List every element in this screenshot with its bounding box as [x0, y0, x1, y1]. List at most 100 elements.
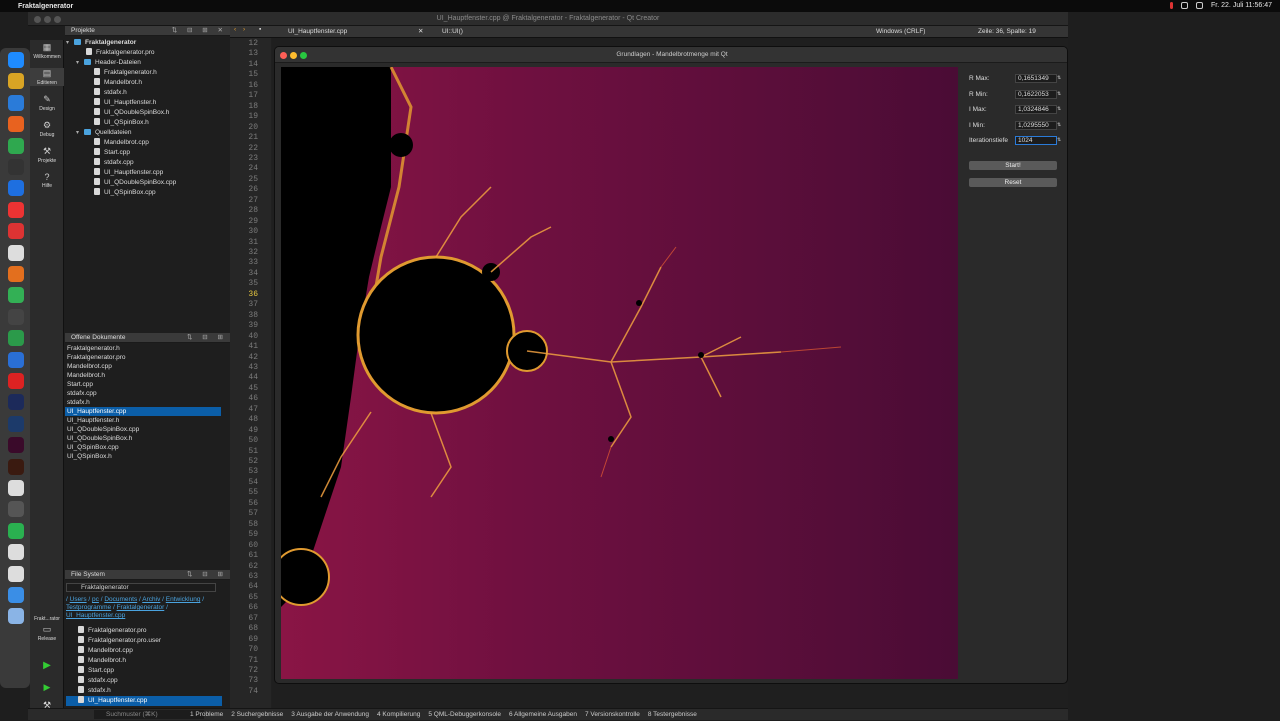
source-folder[interactable]: ▾ Quelldateien [66, 128, 230, 138]
spin-arrows-icon[interactable]: ⇅ [1057, 91, 1062, 98]
dock-app-icon[interactable] [8, 308, 24, 325]
breadcrumb-segment[interactable]: Documents [104, 596, 137, 603]
output-tab[interactable]: 3 Ausgabe der Anwendung [291, 711, 369, 718]
dock-app-icon[interactable] [8, 180, 24, 197]
dock-app-icon[interactable] [8, 201, 24, 218]
dock-app-icon[interactable] [8, 73, 24, 90]
open-document-item[interactable]: UI_QDoubleSpinBox.cpp [65, 425, 221, 434]
dock-app-icon[interactable] [8, 415, 24, 432]
dock-app-icon[interactable] [8, 437, 24, 454]
open-document-item[interactable]: UI_QSpinBox.cpp [65, 443, 221, 452]
header-file-item[interactable]: UI_QSpinBox.h [66, 118, 230, 128]
source-file-item[interactable]: UI_QSpinBox.cpp [66, 188, 230, 198]
close-document-icon[interactable]: ✕ [418, 26, 423, 38]
breadcrumb-segment[interactable]: Testprogramme [66, 604, 111, 611]
dock-app-icon[interactable] [8, 565, 24, 582]
dock-app-icon[interactable] [8, 266, 24, 282]
open-document-item[interactable]: Fraktalgenerator.pro [65, 353, 221, 362]
dock-app-icon[interactable] [8, 522, 24, 539]
symbol-selector[interactable]: UI::UI() [442, 26, 463, 38]
line-ending-selector[interactable]: Windows (CRLF) [876, 26, 925, 38]
dock-app-icon[interactable] [8, 373, 24, 389]
breadcrumb-segment[interactable]: Entwicklung [166, 596, 201, 603]
output-tab[interactable]: 1 Probleme [190, 711, 223, 718]
app-close-icon[interactable] [280, 52, 287, 59]
output-tab[interactable]: 5 QML-Debuggerkonsole [428, 711, 501, 718]
open-document-item[interactable]: UI_QDoubleSpinBox.h [65, 434, 221, 443]
filesystem-file-item[interactable]: stdafx.cpp [66, 676, 222, 686]
header-file-item[interactable]: Mandelbrot.h [66, 78, 230, 88]
filesystem-file-item[interactable]: stdafx.h [66, 686, 222, 696]
header-file-item[interactable]: UI_QDoubleSpinBox.h [66, 108, 230, 118]
coordinate-spinbox[interactable]: 1,0324846 ⇅ [1015, 105, 1061, 114]
fractal-canvas[interactable] [281, 67, 958, 679]
breadcrumb-segment[interactable]: UI_Hauptfenster.cpp [66, 612, 125, 619]
app-zoom-icon[interactable] [300, 52, 307, 59]
battery-icon[interactable] [1170, 2, 1174, 9]
mode-hilfe[interactable]: ? Hilfe [30, 172, 64, 189]
wifi-icon[interactable] [1181, 2, 1189, 9]
dock-app-icon[interactable] [8, 587, 24, 603]
search-input[interactable]: Suchmuster (⌘K) [94, 710, 204, 719]
dock-app-icon[interactable] [8, 287, 24, 304]
control-center-icon[interactable] [1196, 2, 1204, 9]
spin-arrows-icon[interactable]: ⇅ [1057, 106, 1062, 113]
panel-buttons[interactable]: ⇅ ⊟ ⊞ [187, 570, 227, 580]
menubar-app-name[interactable]: Fraktalgenerator [18, 3, 73, 10]
dock-app-icon[interactable] [8, 330, 24, 347]
open-documents-title[interactable]: Offene Dokumente [71, 334, 125, 341]
filesystem-file-item[interactable]: Fraktalgenerator.pro [66, 626, 222, 636]
open-document-item[interactable]: Mandelbrot.h [65, 371, 221, 380]
source-file-item[interactable]: UI_Hauptfenster.cpp [66, 168, 230, 178]
filesystem-folder-select[interactable]: Fraktalgenerator [66, 583, 216, 592]
output-tab[interactable]: 2 Suchergebnisse [231, 711, 283, 718]
filesystem-file-item[interactable]: Start.cpp [66, 666, 222, 676]
output-tab[interactable]: 8 Testergebnisse [648, 711, 697, 718]
breadcrumb-segment[interactable]: Fraktalgenerator [117, 604, 165, 611]
dock-app-icon[interactable] [8, 458, 24, 475]
dock-app-icon[interactable] [8, 244, 24, 261]
chevron-down-icon[interactable]: ▾ [76, 58, 84, 68]
header-folder[interactable]: ▾ Header-Dateien [66, 58, 230, 68]
dock-app-icon[interactable] [8, 544, 24, 561]
filesystem-title[interactable]: File System [71, 571, 105, 578]
minimize-window-icon[interactable] [44, 16, 51, 23]
filesystem-file-item[interactable]: Mandelbrot.cpp [66, 646, 222, 656]
dock-app-icon[interactable] [8, 159, 24, 175]
filesystem-file-item[interactable]: Mandelbrot.h [66, 656, 222, 666]
dock-app-icon[interactable] [8, 501, 24, 518]
kit-selector[interactable]: Frakt...rator ▭ Release [30, 616, 64, 642]
editor-file-tab[interactable]: UI_Hauptfenster.cpp [288, 26, 347, 38]
source-file-item[interactable]: UI_QDoubleSpinBox.cpp [66, 178, 230, 188]
panel-buttons[interactable]: ⇅ ⊟ ⊞ ✕ [172, 26, 227, 36]
open-document-item[interactable]: UI_Hauptfenster.h [65, 416, 221, 425]
chevron-down-icon[interactable]: ▾ [76, 128, 84, 138]
coordinate-spinbox[interactable]: 1,0295550 ⇅ [1015, 120, 1061, 130]
start-button[interactable]: Start! [969, 161, 1057, 170]
forward-icon[interactable]: › [243, 26, 245, 33]
dock-app-icon[interactable] [8, 116, 24, 133]
output-tab[interactable]: 4 Kompilierung [377, 711, 420, 718]
project-pro-file[interactable]: Fraktalgenerator.pro [66, 48, 230, 58]
panel-buttons[interactable]: ⇅ ⊟ ⊞ [187, 333, 227, 343]
mode-willkommen[interactable]: ▦ Willkommen [30, 42, 64, 60]
debug-run-icon[interactable]: ▶ [30, 682, 64, 693]
menubar-datetime[interactable]: Fr. 22. Juli 11:56:47 [1211, 2, 1272, 9]
zoom-window-icon[interactable] [54, 16, 61, 23]
header-file-item[interactable]: UI_Hauptfenster.h [66, 98, 230, 108]
open-document-item[interactable]: Start.cpp [65, 380, 221, 389]
mode-design[interactable]: ✎ Design [30, 94, 64, 112]
coordinate-spinbox[interactable]: 0,1622053 ⇅ [1015, 89, 1061, 99]
projects-panel-title[interactable]: Projekte [71, 27, 95, 34]
mode-projekte[interactable]: ⚒ Projekte [30, 146, 64, 164]
header-file-item[interactable]: stdafx.h [66, 88, 230, 98]
dock-app-icon[interactable] [8, 223, 24, 240]
header-file-item[interactable]: Fraktalgenerator.h [66, 68, 230, 78]
open-document-item[interactable]: Mandelbrot.cpp [65, 362, 221, 371]
breadcrumb-segment[interactable]: Users [70, 596, 87, 603]
close-window-icon[interactable] [34, 16, 41, 23]
dock-app-icon[interactable] [8, 94, 24, 111]
spin-arrows-icon[interactable]: ⇅ [1057, 137, 1062, 144]
open-document-item[interactable]: stdafx.cpp [65, 389, 221, 398]
filesystem-file-item[interactable]: Fraktalgenerator.pro.user [66, 636, 222, 646]
